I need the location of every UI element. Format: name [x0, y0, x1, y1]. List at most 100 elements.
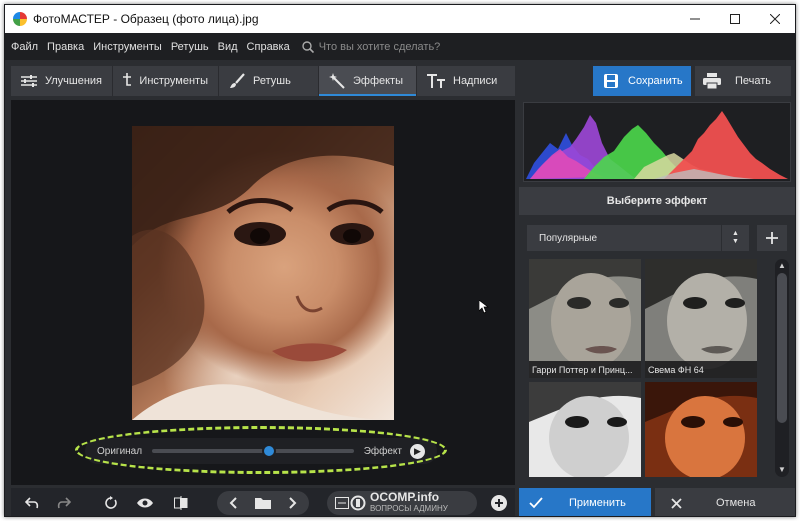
effects-scrollbar[interactable]: ▲ ▼: [775, 259, 789, 477]
tab-label: Улучшения: [44, 75, 102, 87]
tab-text[interactable]: Надписи: [417, 66, 515, 96]
crop-icon: [123, 73, 132, 86]
fit-screen-icon: [335, 497, 349, 509]
chevron-right-icon[interactable]: ▶: [410, 443, 425, 459]
effect-category-value: Популярные: [539, 232, 598, 244]
maximize-button[interactable]: [715, 5, 755, 33]
tab-retouch[interactable]: Ретушь: [219, 66, 319, 96]
histogram-graph: [526, 111, 788, 179]
close-icon: [770, 14, 780, 24]
effect-preview-image: [645, 382, 757, 477]
text-icon: [427, 74, 445, 88]
tab-tools[interactable]: Инструменты: [113, 66, 219, 96]
effect-preview-image: [529, 382, 641, 477]
previous-photo-button[interactable]: [219, 491, 247, 515]
tab-enhancements[interactable]: Улучшения: [11, 66, 113, 96]
tab-label: Ретушь: [253, 75, 291, 87]
effect-caption: Свема ФН 64: [645, 361, 757, 378]
original-label: Оригинал: [97, 445, 143, 457]
menu-bar: Файл Правка Инструменты Ретушь Вид Справ…: [5, 33, 795, 60]
compare-slider: Оригинал Эффект ▶: [85, 438, 437, 464]
minimize-icon: [690, 18, 700, 20]
tab-effects[interactable]: Эффекты: [319, 66, 417, 96]
watermark-logo-icon: [350, 495, 366, 511]
save-button[interactable]: Сохранить: [593, 66, 691, 96]
split-view-icon: [174, 496, 188, 510]
redo-icon: [57, 497, 71, 509]
scroll-up-icon[interactable]: ▲: [777, 261, 787, 271]
watermark-title: OCOMP.info: [370, 490, 440, 504]
magic-wand-icon: [329, 73, 345, 89]
effect-thumbnail[interactable]: [645, 382, 757, 477]
menu-tools[interactable]: Инструменты: [93, 41, 162, 53]
app-logo-icon: [13, 12, 27, 26]
effect-caption: Гарри Поттер и Принц...: [529, 361, 641, 378]
tab-label: Инструменты: [139, 75, 208, 87]
effects-panel: Выберите эффект Популярные ▲ ▼ Гарри Потт…: [519, 187, 795, 483]
search-icon: [302, 40, 314, 53]
menu-file[interactable]: Файл: [11, 41, 38, 53]
mouse-cursor-icon: [479, 300, 489, 314]
undo-icon: [25, 497, 39, 509]
checkmark-icon: [529, 497, 543, 509]
effect-thumbnail[interactable]: Свема ФН 64: [645, 259, 757, 378]
cancel-label: Отмена: [716, 497, 756, 509]
histogram: [523, 102, 791, 182]
apply-button[interactable]: Применить: [519, 488, 651, 516]
close-icon: [671, 497, 682, 509]
compare-slider-handle[interactable]: [262, 444, 277, 458]
next-photo-button[interactable]: [279, 491, 307, 515]
effect-label: Эффект: [363, 445, 402, 457]
save-icon: [604, 74, 618, 88]
cancel-button[interactable]: Отмена: [655, 488, 795, 516]
tab-label: Эффекты: [353, 75, 404, 87]
effect-thumbnail[interactable]: Гарри Поттер и Принц...: [529, 259, 641, 378]
effect-category-dropdown[interactable]: Популярные ▲ ▼: [527, 225, 749, 251]
folder-icon: [255, 498, 271, 509]
plus-icon: [766, 232, 778, 244]
search-input[interactable]: [318, 40, 479, 53]
redo-button[interactable]: [49, 491, 79, 515]
brush-icon: [230, 73, 245, 88]
section-tabs: Улучшения Инструменты Ретушь Эффекты Над…: [11, 66, 515, 96]
plus-circle-icon: [491, 495, 507, 511]
preview-button[interactable]: [131, 491, 159, 515]
print-label: Печать: [735, 75, 772, 87]
menu-search: [302, 40, 479, 53]
app-window: ФотоМАСТЕР - Образец (фото лица).jpg Фай…: [4, 4, 796, 517]
menu-view[interactable]: Вид: [218, 41, 238, 53]
menu-help[interactable]: Справка: [247, 41, 290, 53]
close-button[interactable]: [755, 5, 795, 33]
compare-view-button[interactable]: [167, 491, 195, 515]
menu-edit[interactable]: Правка: [47, 41, 84, 53]
compare-slider-track[interactable]: [152, 444, 354, 458]
reset-button[interactable]: [97, 491, 125, 515]
bottom-toolbar: OCOMP.info ВОПРОСЫ АДМИНУ: [11, 488, 515, 516]
sliders-icon: [21, 75, 37, 87]
effect-thumbnail[interactable]: [529, 382, 641, 477]
scroll-down-icon[interactable]: ▼: [777, 465, 787, 475]
chevron-left-icon: [229, 497, 237, 509]
window-title: ФотоМАСТЕР - Образец (фото лица).jpg: [33, 12, 259, 26]
open-folder-button[interactable]: [249, 491, 277, 515]
printer-icon: [703, 73, 721, 89]
tab-label: Надписи: [453, 75, 498, 87]
menu-retouch[interactable]: Ретушь: [171, 41, 209, 53]
title-bar: ФотоМАСТЕР - Образец (фото лица).jpg: [5, 5, 795, 33]
save-label: Сохранить: [628, 75, 683, 87]
minimize-button[interactable]: [675, 5, 715, 33]
maximize-icon: [730, 14, 740, 24]
chevron-right-icon: [289, 497, 297, 509]
add-effect-button[interactable]: [757, 225, 787, 251]
add-button[interactable]: [487, 491, 511, 515]
print-button[interactable]: Печать: [695, 66, 791, 96]
updown-caret-icon: ▲ ▼: [721, 225, 749, 251]
effects-header: Выберите эффект: [519, 187, 795, 215]
image-canvas[interactable]: Оригинал Эффект ▶: [11, 100, 515, 485]
undo-button[interactable]: [17, 491, 47, 515]
scrollbar-thumb[interactable]: [777, 273, 787, 423]
face-photo-drawing: [132, 126, 394, 420]
window-controls: [675, 5, 795, 33]
reset-icon: [105, 496, 117, 509]
face-photo: [132, 126, 394, 420]
